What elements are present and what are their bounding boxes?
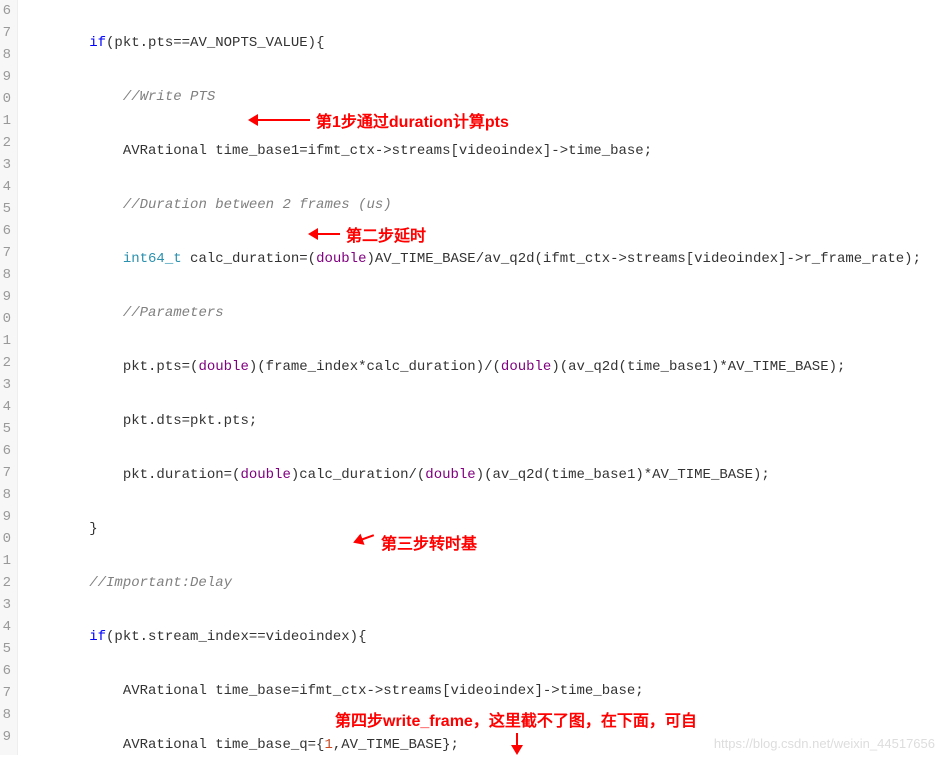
code-line[interactable]: AVRational time_base=ifmt_ctx->streams[v… — [22, 680, 941, 702]
code-line[interactable]: //Write PTS — [22, 86, 941, 108]
code-line[interactable]: pkt.dts=pkt.pts; — [22, 410, 941, 432]
code-line[interactable]: } — [22, 518, 941, 540]
code-line[interactable]: //Duration between 2 frames (us) — [22, 194, 941, 216]
code-line[interactable]: pkt.pts=(double)(frame_index*calc_durati… — [22, 356, 941, 378]
code-line[interactable]: if(pkt.stream_index==videoindex){ — [22, 626, 941, 648]
code-line[interactable]: pkt.duration=(double)calc_duration/(doub… — [22, 464, 941, 486]
code-line[interactable]: //Important:Delay — [22, 572, 941, 594]
code-area[interactable]: if(pkt.pts==AV_NOPTS_VALUE){ //Write PTS… — [18, 0, 941, 755]
code-editor[interactable]: 6789012345678901234567890123456789 if(pk… — [0, 0, 941, 755]
watermark: https://blog.csdn.net/weixin_44517656 — [714, 736, 935, 751]
code-line[interactable]: //Parameters — [22, 302, 941, 324]
code-line[interactable]: AVRational time_base1=ifmt_ctx->streams[… — [22, 140, 941, 162]
code-line[interactable]: if(pkt.pts==AV_NOPTS_VALUE){ — [22, 32, 941, 54]
line-gutter: 6789012345678901234567890123456789 — [0, 0, 18, 755]
code-line[interactable]: int64_t calc_duration=(double)AV_TIME_BA… — [22, 248, 941, 270]
